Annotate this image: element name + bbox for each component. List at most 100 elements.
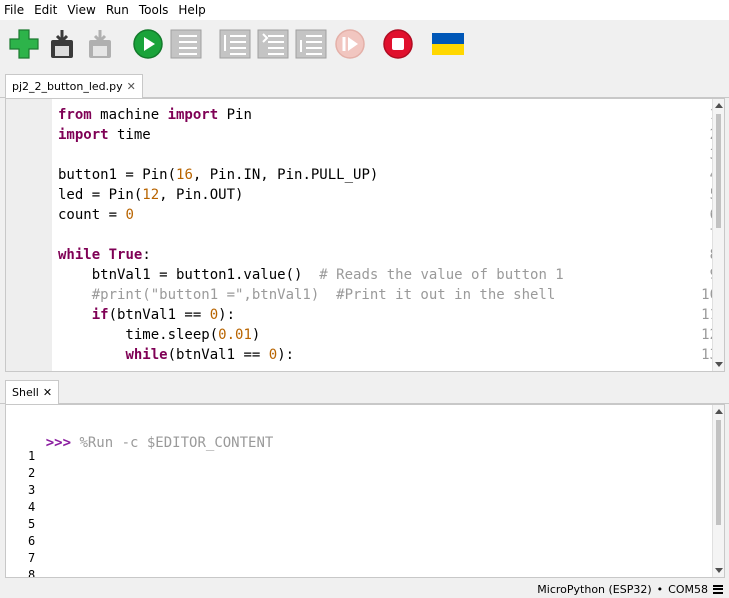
code-token: btnVal1 = button1.value(): [58, 267, 320, 283]
open-file-button[interactable]: [46, 28, 78, 60]
new-file-button[interactable]: [8, 28, 40, 60]
stop-button[interactable]: [382, 28, 414, 60]
code-token: time: [108, 127, 151, 143]
code-line: #print("button1 =",btnVal1) #Print it ou…: [58, 287, 556, 303]
code-token: import: [167, 107, 219, 123]
shell-output-line: 8: [28, 568, 36, 578]
ukraine-flag-icon: [432, 33, 464, 55]
code-token: ):: [277, 347, 295, 363]
scroll-up-arrow-icon[interactable]: [715, 409, 723, 414]
ukraine-flag-button[interactable]: [431, 28, 465, 60]
code-line: while True:: [58, 247, 151, 263]
tab-editor-file[interactable]: pj2_2_button_led.py ✕: [5, 74, 143, 99]
code-token: ):: [218, 307, 236, 323]
scroll-down-arrow-icon[interactable]: [715, 568, 723, 573]
step-out-button[interactable]: [295, 28, 327, 60]
shell-scrollbar[interactable]: [712, 405, 724, 577]
shell-output-line: 6: [28, 534, 36, 548]
menu-run[interactable]: Run: [102, 0, 135, 20]
code-token: machine: [91, 107, 168, 123]
code-line: button1 = Pin(16, Pin.IN, Pin.PULL_UP): [58, 167, 378, 183]
code-token: if: [91, 307, 109, 323]
run-button[interactable]: [132, 28, 164, 60]
code-line: while(btnVal1 == 0):: [58, 347, 294, 363]
menu-file[interactable]: File: [0, 0, 30, 20]
scroll-down-arrow-icon[interactable]: [715, 362, 723, 367]
step-over-icon: [219, 29, 251, 59]
step-out-icon: [295, 29, 327, 59]
port-label[interactable]: COM58: [668, 583, 708, 596]
code-token: count =: [58, 207, 126, 223]
shell-output-line: 1: [28, 449, 36, 463]
debug-button[interactable]: [170, 28, 202, 60]
status-bar: MicroPython (ESP32) • COM58: [0, 580, 729, 598]
code-token: , Pin.OUT): [159, 187, 244, 203]
shell-output-line: 3: [28, 483, 36, 497]
code-token: True: [108, 247, 143, 263]
save-file-icon: [89, 30, 111, 58]
shell-panel[interactable]: >>> %Run -c $EDITOR_CONTENT 1 2 3 4 5 6 7 8: [5, 404, 725, 578]
code-token: # Reads the value of button 1: [319, 267, 564, 283]
menu-edit[interactable]: Edit: [30, 0, 63, 20]
code-token: while: [125, 347, 168, 363]
menu-help[interactable]: Help: [174, 0, 211, 20]
code-line: time.sleep(0.01): [58, 327, 260, 343]
scroll-up-arrow-icon[interactable]: [715, 103, 723, 108]
shell-prompt-line: >>> %Run -c $EDITOR_CONTENT: [12, 419, 274, 467]
shell-output-line: 2: [28, 466, 36, 480]
shell-tab-bar: Shell ✕: [0, 378, 729, 405]
code-line: btnVal1 = button1.value() # Reads the va…: [58, 267, 564, 283]
editor-scrollbar[interactable]: [712, 99, 724, 371]
status-separator: •: [656, 582, 664, 596]
tab-title: pj2_2_button_led.py: [12, 80, 123, 93]
shell-scroll-thumb[interactable]: [716, 420, 721, 525]
code-token: time.sleep(: [58, 327, 219, 343]
code-editor[interactable]: 12345678910111213 from machine import Pi…: [5, 98, 725, 372]
shell-prompt: >>>: [45, 435, 72, 451]
code-token: 0: [125, 207, 134, 223]
code-token: led = Pin(: [58, 187, 143, 203]
code-token: 0.01: [218, 327, 252, 343]
save-file-button[interactable]: [84, 28, 116, 60]
code-token: import: [58, 127, 109, 143]
stop-icon: [383, 29, 413, 59]
code-token: from: [58, 107, 92, 123]
editor-tab-bar: pj2_2_button_led.py ✕: [0, 72, 729, 99]
step-into-icon: [257, 29, 289, 59]
menu-icon[interactable]: [713, 584, 723, 594]
code-token: , Pin.IN, Pin.PULL_UP): [192, 167, 379, 183]
editor-scroll-thumb[interactable]: [716, 114, 721, 228]
code-line: count = 0: [58, 207, 134, 223]
menu-view[interactable]: View: [63, 0, 101, 20]
code-line: from machine import Pin: [58, 107, 252, 123]
code-token: Pin: [218, 107, 252, 123]
tab-shell[interactable]: Shell ✕: [5, 380, 60, 405]
code-token: #print("button1 =",btnVal1) #Print it ou…: [58, 287, 556, 303]
step-over-button[interactable]: [219, 28, 251, 60]
code-token: 0: [209, 307, 219, 323]
code-token: 16: [176, 167, 193, 183]
debug-icon: [170, 29, 202, 59]
shell-output-line: 7: [28, 551, 36, 565]
step-into-button[interactable]: [257, 28, 289, 60]
shell-output-line: 4: [28, 500, 36, 514]
shell-tab-title: Shell: [12, 386, 39, 399]
new-file-icon: [9, 29, 39, 59]
toolbar: [0, 20, 729, 70]
shell-output-line: 5: [28, 517, 36, 531]
code-token: (btnVal1 ==: [108, 307, 210, 323]
code-token: :: [142, 247, 151, 263]
interpreter-label[interactable]: MicroPython (ESP32): [537, 583, 651, 596]
code-token: 0: [268, 347, 278, 363]
menu-tools[interactable]: Tools: [135, 0, 175, 20]
shell-command: %Run -c $EDITOR_CONTENT: [79, 435, 274, 451]
code-line: led = Pin(12, Pin.OUT): [58, 187, 243, 203]
open-file-icon: [51, 30, 73, 58]
close-icon[interactable]: ✕: [43, 381, 52, 405]
run-icon: [133, 29, 163, 59]
close-icon[interactable]: ✕: [127, 75, 136, 99]
resume-button[interactable]: [334, 28, 366, 60]
